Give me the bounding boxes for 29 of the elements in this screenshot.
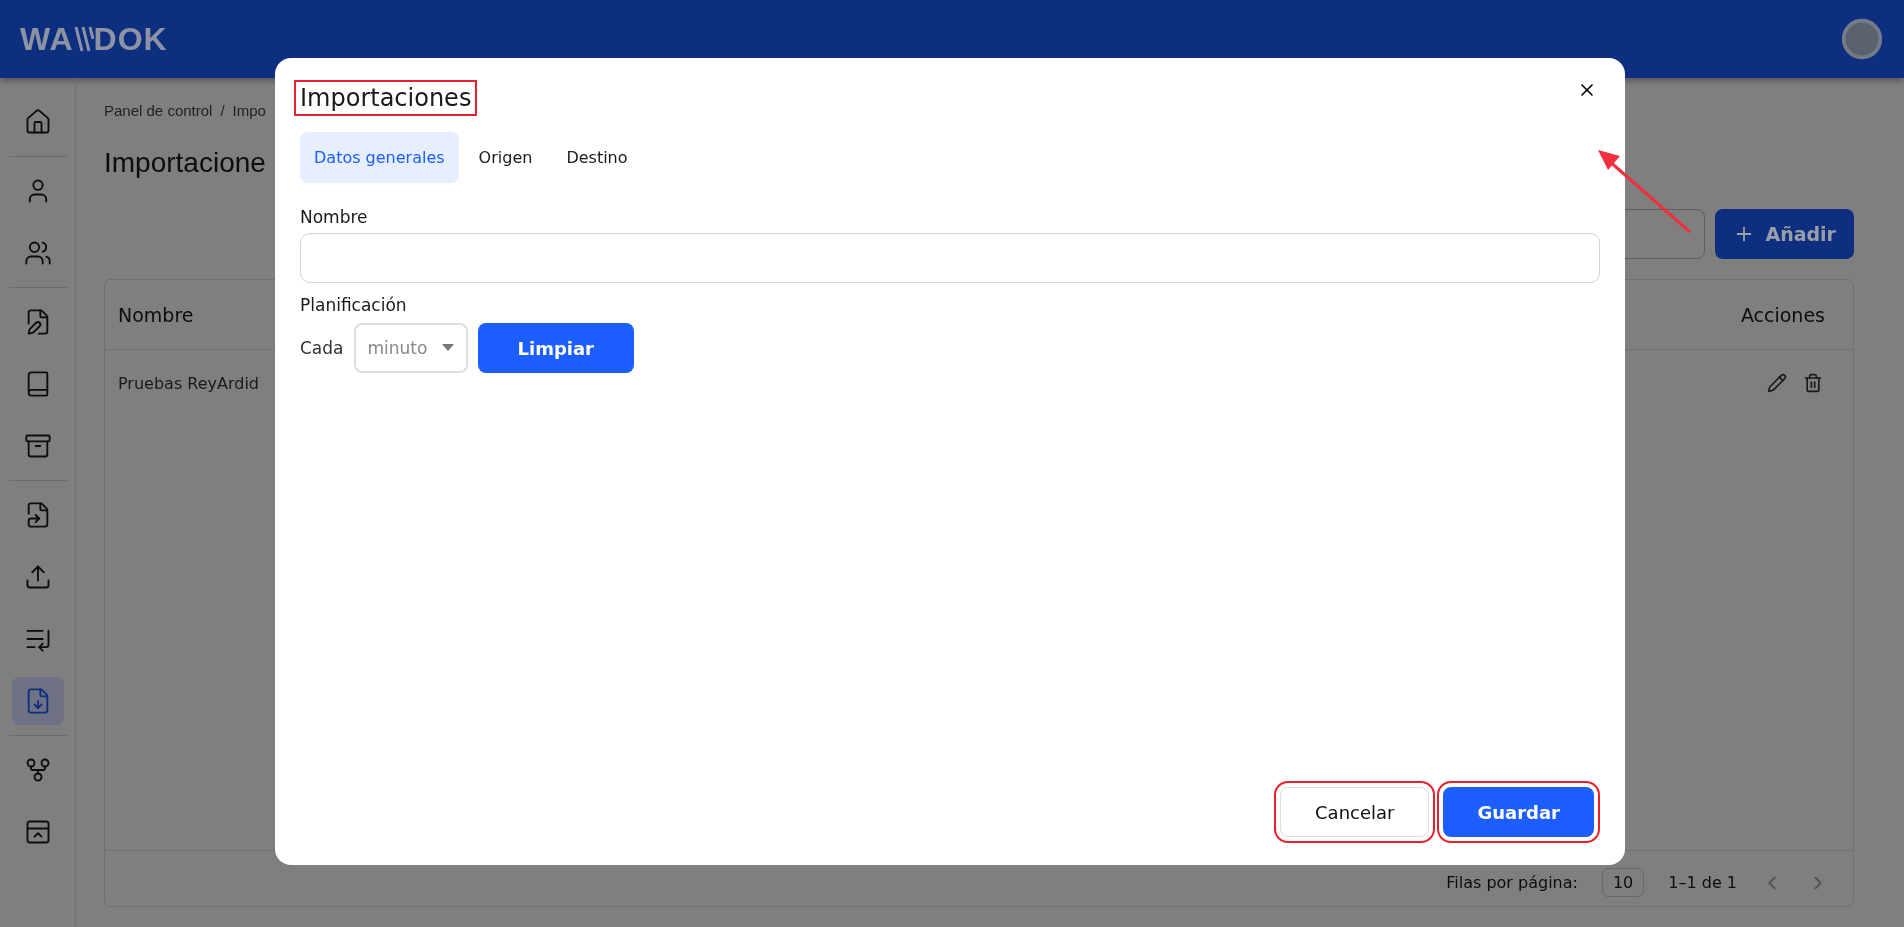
breadcrumb-link[interactable]: Impo (232, 102, 266, 119)
rows-per-page-select[interactable]: 10 (1601, 868, 1645, 897)
tab[interactable]: Datos generales (300, 132, 459, 183)
name-input-field[interactable] (300, 233, 1600, 283)
edit-icon[interactable] (1767, 373, 1787, 393)
breadcrumb-separator: / (220, 102, 225, 119)
sidebar-item[interactable] (11, 677, 64, 725)
clear-button[interactable]: Limpiar (477, 323, 634, 373)
user-avatar-icon[interactable] (1840, 17, 1884, 61)
field-label: Planificación (300, 295, 408, 315)
tab[interactable]: Destino (552, 132, 642, 183)
column-header: Acciones (1740, 303, 1825, 326)
table-cell: Pruebas ReyArdid (118, 373, 260, 393)
add-button[interactable]: Añadir (1715, 209, 1854, 259)
page-title: Importacione (104, 147, 266, 179)
tab[interactable]: Origen (464, 132, 547, 183)
unit-select[interactable]: minuto (353, 323, 468, 373)
archive-icon (23, 432, 52, 460)
every-label: Cada (300, 338, 344, 358)
field-label: Nombre (300, 207, 369, 227)
users-icon (23, 239, 52, 267)
page-range: 1–1 de 1 (1668, 873, 1737, 892)
rows-per-page-label: Filas por página: (1446, 873, 1578, 892)
dialog-title: Importaciones (294, 80, 478, 116)
trash-icon[interactable] (1803, 373, 1823, 393)
logo: WA DOK (20, 20, 168, 58)
breadcrumb-link[interactable]: Panel de control (104, 102, 213, 119)
column-header: Nombre (118, 303, 194, 326)
caret-icon (441, 344, 454, 352)
